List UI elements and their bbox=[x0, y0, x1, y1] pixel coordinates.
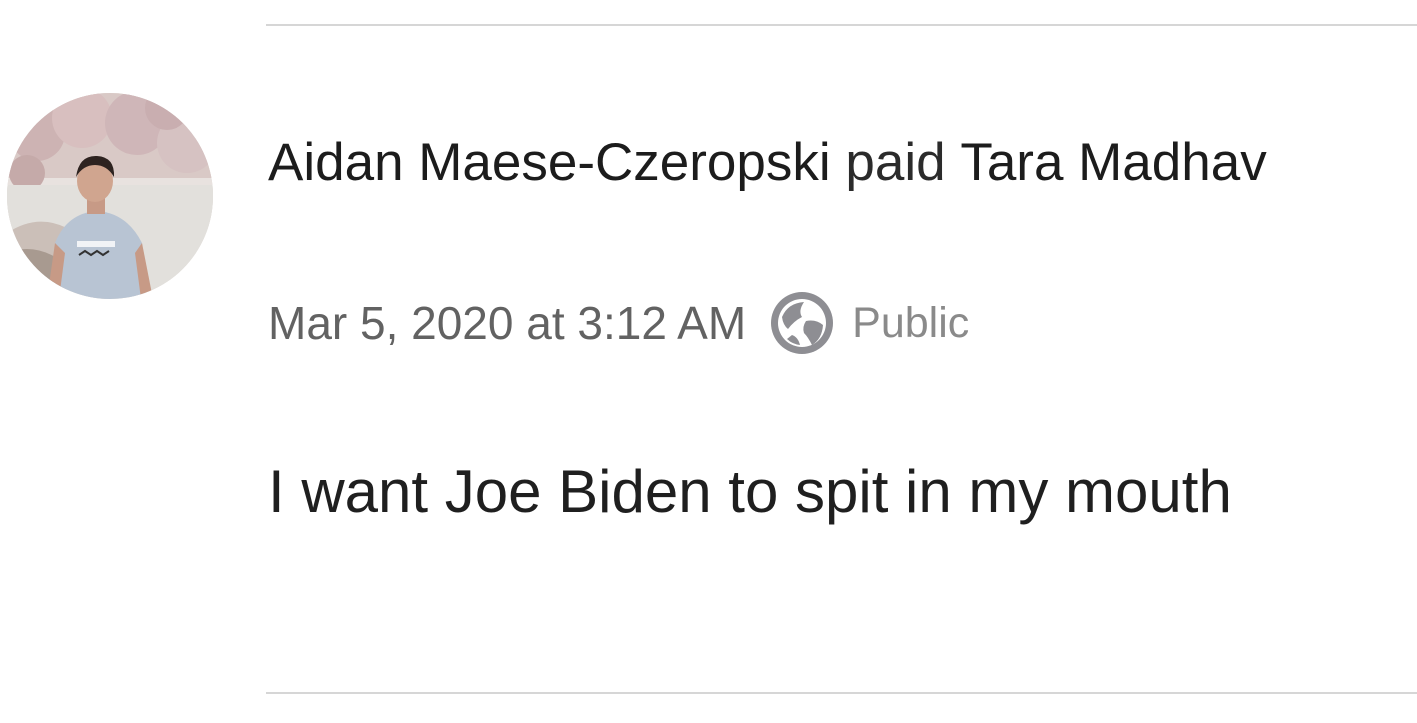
actor-name[interactable]: Aidan Maese-Czeropski bbox=[268, 133, 831, 192]
timestamp: Mar 5, 2020 at 3:12 AM bbox=[268, 297, 747, 349]
globe-icon bbox=[768, 289, 836, 357]
story-header: Aidan Maese-Czeropski paid Tara Madhav bbox=[268, 124, 1388, 201]
payment-story-card: Aidan Maese-Czeropski paid Tara Madhav M… bbox=[0, 0, 1417, 723]
recipient-name[interactable]: Tara Madhav bbox=[960, 133, 1266, 192]
story-verb: paid bbox=[845, 133, 946, 192]
top-divider bbox=[266, 24, 1417, 26]
avatar[interactable] bbox=[7, 93, 213, 299]
privacy-label[interactable]: Public bbox=[852, 299, 969, 348]
story-meta: Mar 5, 2020 at 3:12 AM Public bbox=[268, 287, 969, 359]
avatar-photo bbox=[7, 93, 213, 299]
payment-note: I want Joe Biden to spit in my mouth bbox=[268, 458, 1232, 525]
bottom-divider bbox=[266, 692, 1417, 694]
